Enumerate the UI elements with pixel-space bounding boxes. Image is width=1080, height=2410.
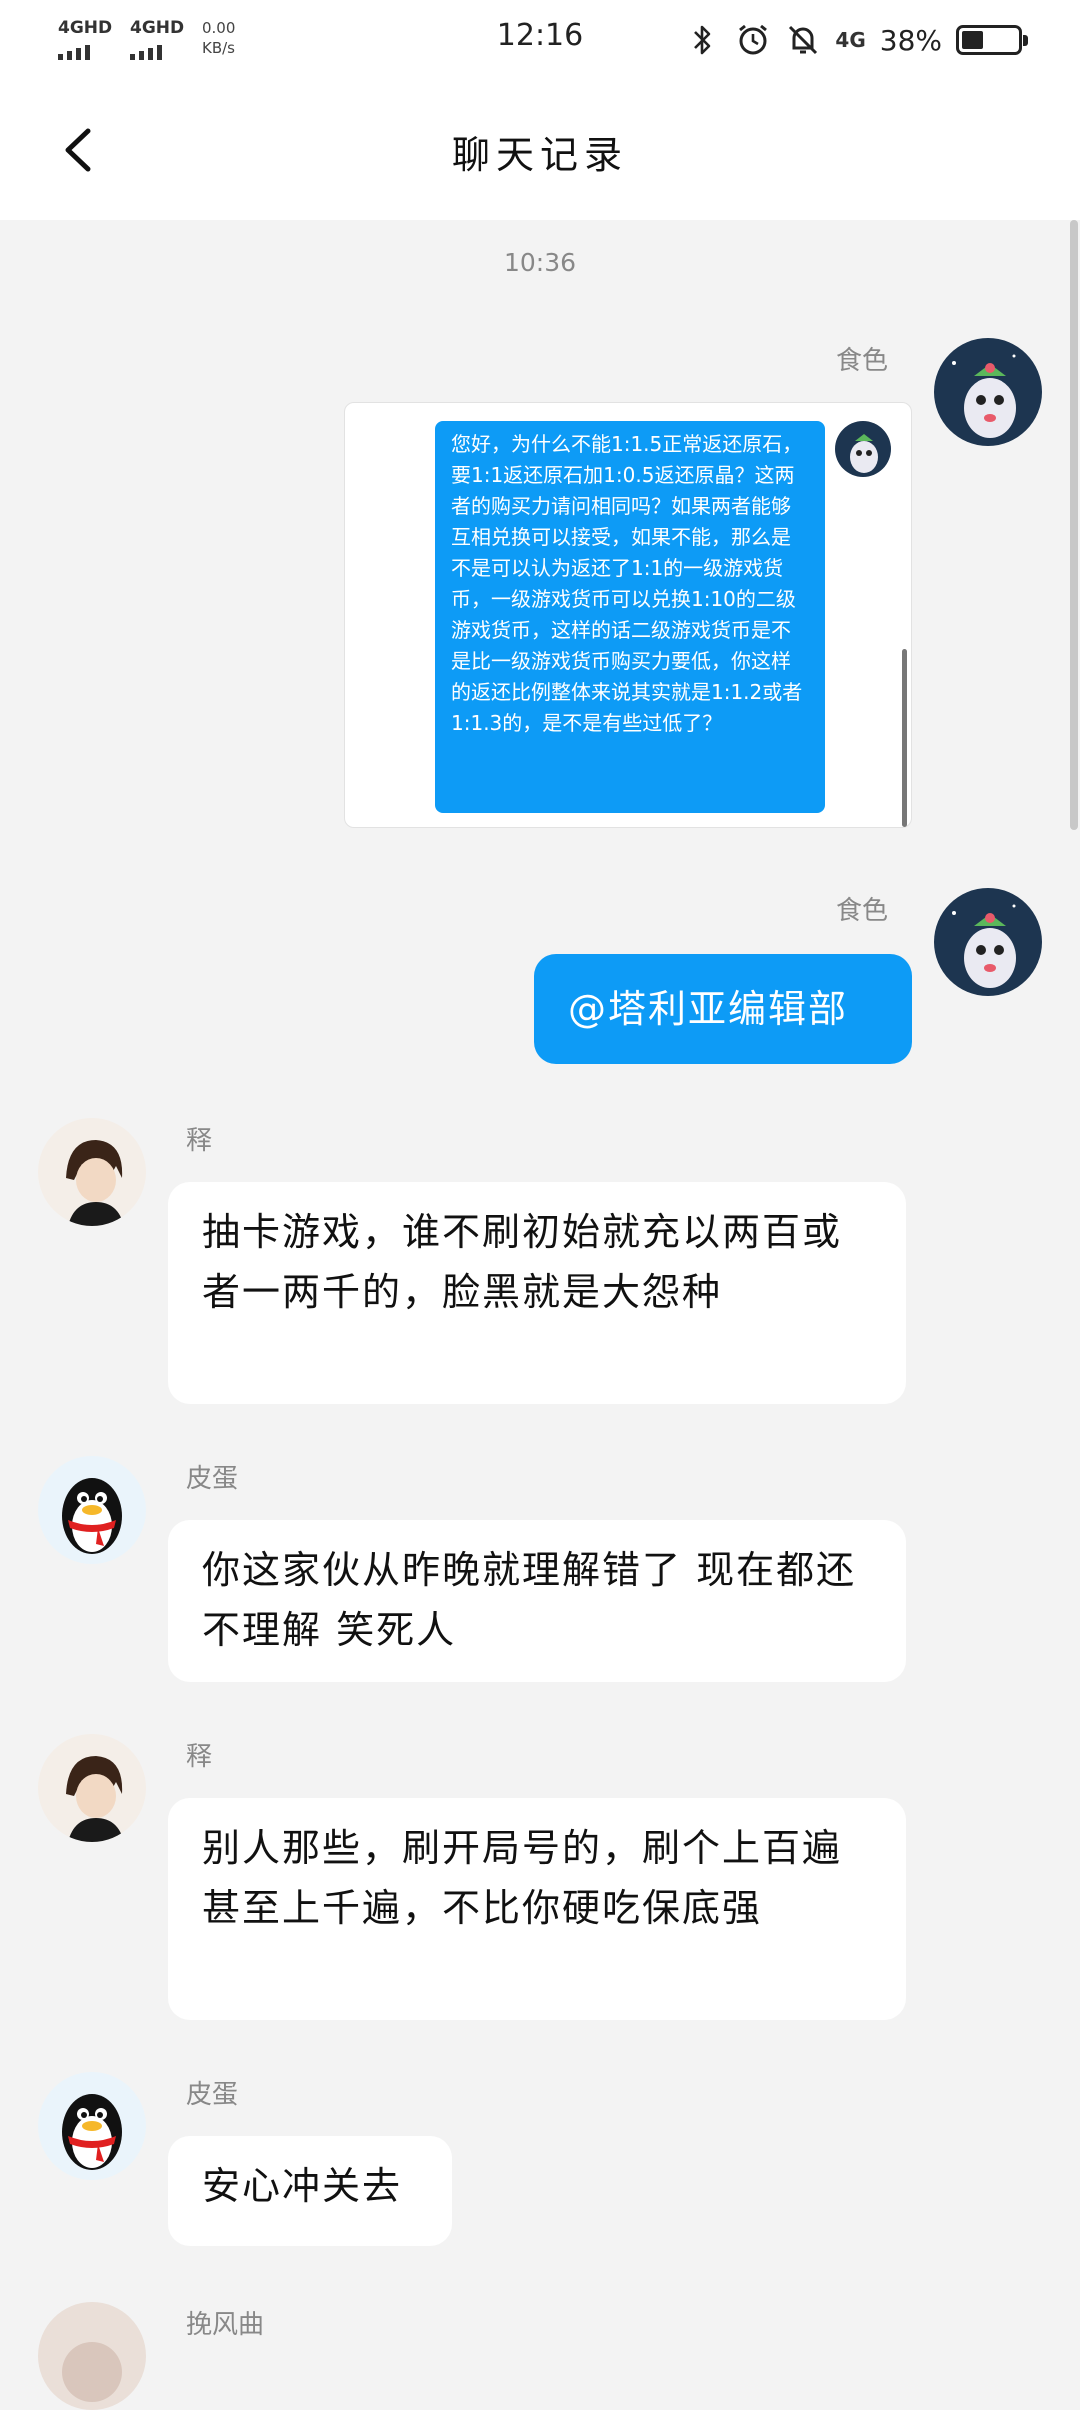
sender-name: 释 xyxy=(186,1742,213,1772)
image-message[interactable]: 您好，为什么不能1:1.5正常返还原石，要1:1返还原石加1:0.5返还原晶？这… xyxy=(344,402,912,828)
battery-percent: 38% xyxy=(879,23,942,57)
page-title: 聊天记录 xyxy=(451,133,628,177)
avatar-shise[interactable] xyxy=(934,338,1042,446)
alarm-icon xyxy=(735,22,771,58)
bluetooth-icon xyxy=(685,22,721,58)
mute-bell-icon xyxy=(785,22,821,58)
mobile-data-indicator: 4G xyxy=(835,28,866,52)
avatar-pidan[interactable] xyxy=(38,2072,146,2180)
title-bar: 聊天记录 xyxy=(0,80,1080,220)
message-bubble[interactable]: 抽卡游戏，谁不刷初始就充以两百或者一两千的，脸黑就是大怨种 xyxy=(168,1182,906,1404)
message-bubble[interactable]: 你这家伙从昨晚就理解错了 现在都还不理解 笑死人 xyxy=(168,1520,906,1682)
status-bar: 4GHD 4GHD 0.00 KB/s 12:16 4G 38% xyxy=(0,0,1080,80)
avatar-wanfengqu[interactable] xyxy=(38,2302,146,2410)
message-timestamp: 10:36 xyxy=(503,248,577,277)
sender-name: 食色 xyxy=(835,346,888,376)
avatar-pidan[interactable] xyxy=(38,1456,146,1564)
sender-name: 皮蛋 xyxy=(186,2080,239,2110)
sender-name: 挽风曲 xyxy=(186,2310,265,2340)
sender-name: 释 xyxy=(186,1126,213,1156)
image-scrollbar xyxy=(902,649,907,827)
page-scrollbar[interactable] xyxy=(1070,220,1078,830)
sender-name: 食色 xyxy=(835,896,888,926)
avatar-shi[interactable] xyxy=(38,1734,146,1842)
battery-icon xyxy=(956,25,1028,55)
avatar-shise[interactable] xyxy=(934,888,1042,996)
sender-name: 皮蛋 xyxy=(186,1464,239,1494)
chat-history[interactable]: 10:36 食色 您好，为什么不能1:1.5正常返还原石，要1:1返还原石加1:… xyxy=(0,220,1080,2410)
message-bubble[interactable]: 安心冲关去 xyxy=(168,2136,452,2246)
message-bubble[interactable]: 别人那些，刷开局号的，刷个上百遍甚至上千遍，不比你硬吃保底强 xyxy=(168,1798,906,2020)
avatar-shi[interactable] xyxy=(38,1118,146,1226)
quoted-message-text: 您好，为什么不能1:1.5正常返还原石，要1:1返还原石加1:0.5返还原晶？这… xyxy=(435,421,825,813)
quoted-avatar xyxy=(835,421,891,477)
message-bubble-outgoing[interactable]: @塔利亚编辑部 xyxy=(534,954,912,1064)
status-icons: 4G 38% xyxy=(685,18,1028,62)
